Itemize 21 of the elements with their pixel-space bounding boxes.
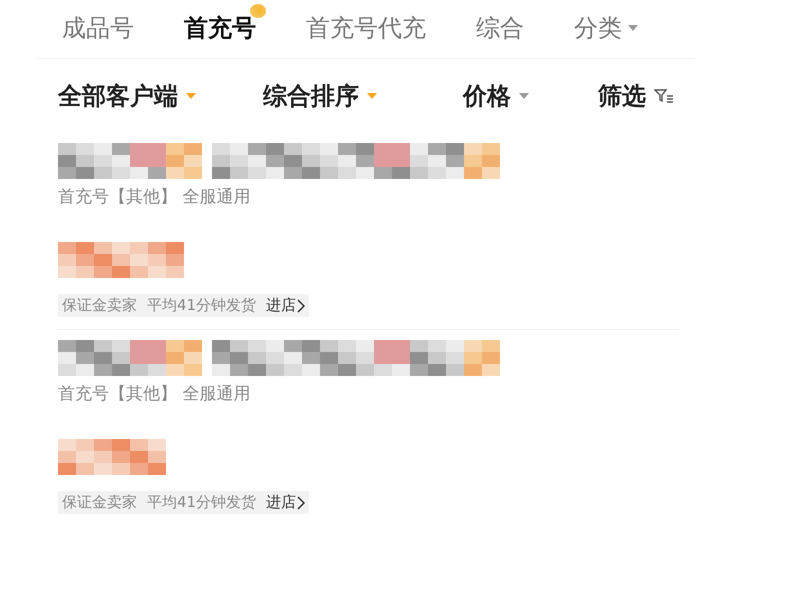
listing-subtitle: 首充号【其他】 全服通用 [58,186,252,208]
seller-info-label: 平均41分钟发货 [147,493,256,512]
category-tab[interactable]: 成品号 [62,4,144,44]
shop-link[interactable]: 进店 [266,493,306,512]
seller-info-label: 平均41分钟发货 [147,296,256,315]
category-tab[interactable]: 首充号代充 [306,4,436,44]
chevron-right-icon [297,496,306,510]
filter-option[interactable]: 筛选 [598,80,698,112]
filter-option[interactable]: 价格 [463,80,598,112]
filter-icon [654,88,674,104]
category-tab[interactable]: 分类 [574,4,648,44]
category-tab[interactable]: 首充号 [184,4,266,44]
new-dot-icon [250,4,266,18]
filter-option[interactable]: 全部客户端 [58,80,263,112]
shop-link[interactable]: 进店 [266,296,306,315]
filter-option[interactable]: 综合排序 [263,80,463,112]
seller-info-label: 保证金卖家 [62,493,137,512]
category-tab[interactable]: 综合 [476,4,534,44]
chevron-right-icon [297,298,306,312]
seller-info-label: 保证金卖家 [62,296,137,315]
listing-subtitle: 首充号【其他】 全服通用 [58,383,252,405]
